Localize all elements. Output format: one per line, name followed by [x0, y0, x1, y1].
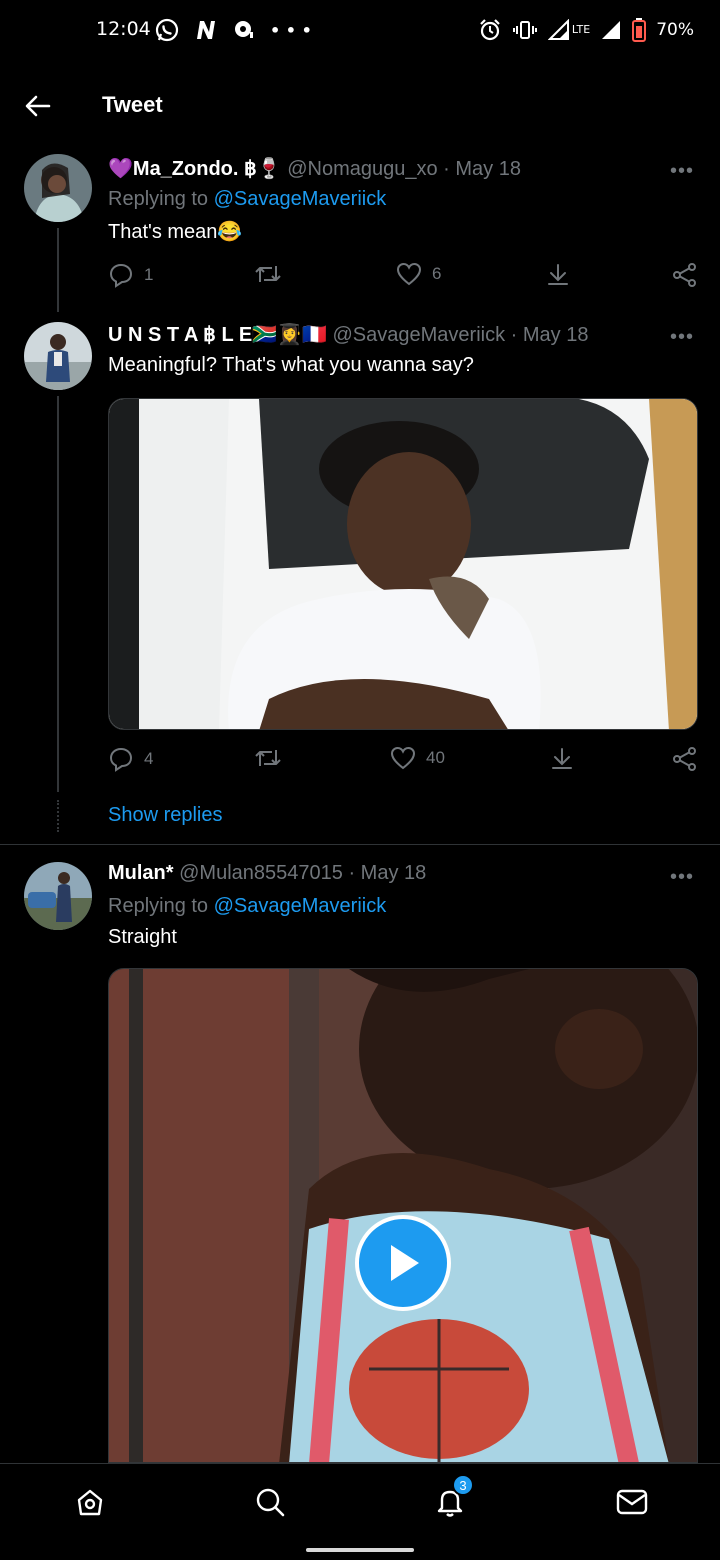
chat-icon	[235, 21, 253, 38]
thread-line	[57, 228, 59, 312]
more-options-button[interactable]: •••	[670, 160, 694, 183]
mention-link[interactable]: @SavageMaveriick	[214, 895, 387, 917]
more-options-button[interactable]: •••	[670, 326, 694, 349]
reply-icon	[109, 747, 133, 772]
notification-icons: • • •	[154, 16, 312, 44]
share-button[interactable]	[672, 262, 698, 288]
reply-button[interactable]: 1	[108, 262, 153, 288]
replying-prefix: Replying to	[108, 895, 209, 917]
reply-count: 1	[144, 265, 154, 284]
display-name[interactable]: Mulan*	[108, 862, 174, 884]
tweet-header: Mulan* @Mulan85547015 · May 18	[108, 862, 426, 885]
avatar[interactable]	[24, 322, 92, 390]
thread-line	[57, 396, 59, 792]
reply-button[interactable]: 4	[108, 746, 153, 772]
like-count: 40	[426, 748, 445, 767]
reply-icon	[109, 263, 133, 288]
tweet-image[interactable]	[108, 398, 698, 730]
heart-icon	[390, 746, 416, 770]
system-icons: LTE 70%	[478, 16, 694, 44]
user-handle[interactable]: @SavageMaveriick	[333, 324, 506, 346]
whatsapp-icon	[155, 18, 179, 42]
n-icon	[197, 21, 215, 39]
status-time: 12:04	[96, 18, 151, 40]
more-dots-icon: • • •	[270, 20, 312, 40]
reply-count: 4	[144, 749, 154, 768]
tweet-header: U N S T A ฿ L E🇿🇦👩‍🎓🇫🇷 @SavageMaveriick …	[108, 322, 588, 347]
bottom-navigation: 3	[0, 1463, 720, 1560]
meme-image	[109, 399, 697, 729]
download-icon	[548, 264, 568, 285]
vibrate-icon	[512, 21, 537, 39]
status-bar: 12:04 • • • LTE 70%	[0, 0, 720, 60]
tweet-date[interactable]: · May 18	[443, 158, 521, 180]
back-arrow-icon	[25, 95, 51, 117]
divider	[0, 844, 720, 845]
retweet-icon	[255, 750, 281, 766]
home-indicator	[306, 1548, 414, 1552]
retweet-icon	[255, 266, 281, 282]
nav-search[interactable]	[250, 1482, 290, 1522]
signal-icon	[547, 19, 569, 40]
tweet-text: Straight	[108, 926, 177, 948]
top-bar: Tweet	[0, 70, 720, 144]
user-handle[interactable]: @Mulan85547015	[179, 862, 343, 884]
more-options-button[interactable]: •••	[670, 866, 694, 889]
battery-percent: 70%	[656, 20, 694, 40]
tweet-date[interactable]: · May 18	[348, 862, 426, 884]
search-icon	[256, 1488, 285, 1517]
notification-badge: 3	[452, 1474, 474, 1496]
download-icon	[552, 748, 572, 769]
tweet-header: 💜Ma_Zondo. ฿🍷 @Nomagugu_xo · May 18	[108, 156, 521, 181]
mention-link[interactable]: @SavageMaveriick	[214, 188, 387, 210]
tweet-video[interactable]	[108, 968, 698, 1463]
tweet-date[interactable]: · May 18	[511, 324, 589, 346]
tweet-actions: 4 40	[108, 746, 698, 778]
retweet-button[interactable]	[254, 746, 292, 770]
share-button[interactable]	[672, 746, 698, 772]
network-type: LTE	[571, 23, 591, 36]
user-handle[interactable]: @Nomagugu_xo	[287, 158, 437, 180]
nav-home[interactable]	[70, 1482, 110, 1522]
replying-to: Replying to @SavageMaveriick	[108, 188, 386, 211]
like-button[interactable]: 40	[390, 746, 445, 770]
play-button[interactable]	[355, 1215, 451, 1311]
download-button[interactable]	[546, 262, 570, 286]
tweet-text: That's mean😂	[108, 221, 243, 243]
thread-continuation-dots	[57, 800, 59, 832]
play-icon	[391, 1245, 419, 1281]
retweet-button[interactable]	[254, 262, 292, 286]
share-icon	[673, 747, 696, 771]
alarm-icon	[480, 19, 500, 41]
replying-to: Replying to @SavageMaveriick	[108, 895, 386, 918]
avatar[interactable]	[24, 154, 92, 222]
back-button[interactable]	[20, 88, 56, 124]
avatar[interactable]	[24, 862, 92, 930]
messages-icon	[616, 1489, 648, 1515]
show-replies-link[interactable]: Show replies	[108, 804, 223, 827]
tweet-text: Meaningful? That's what you wanna say?	[108, 354, 474, 376]
like-button[interactable]: 6	[396, 262, 441, 286]
battery-icon	[632, 18, 647, 42]
display-name[interactable]: U N S T A ฿ L E🇿🇦👩‍🎓🇫🇷	[108, 324, 327, 346]
home-icon	[77, 1489, 103, 1516]
share-icon	[673, 263, 696, 287]
page-title: Tweet	[102, 92, 163, 117]
display-name[interactable]: 💜Ma_Zondo. ฿🍷	[108, 158, 282, 180]
signal-icon	[602, 21, 621, 39]
like-count: 6	[432, 264, 442, 283]
replying-prefix: Replying to	[108, 188, 209, 210]
nav-messages[interactable]	[612, 1482, 652, 1522]
download-button[interactable]	[550, 746, 574, 770]
heart-icon	[396, 262, 422, 286]
tweet-actions: 1 6	[108, 262, 698, 294]
